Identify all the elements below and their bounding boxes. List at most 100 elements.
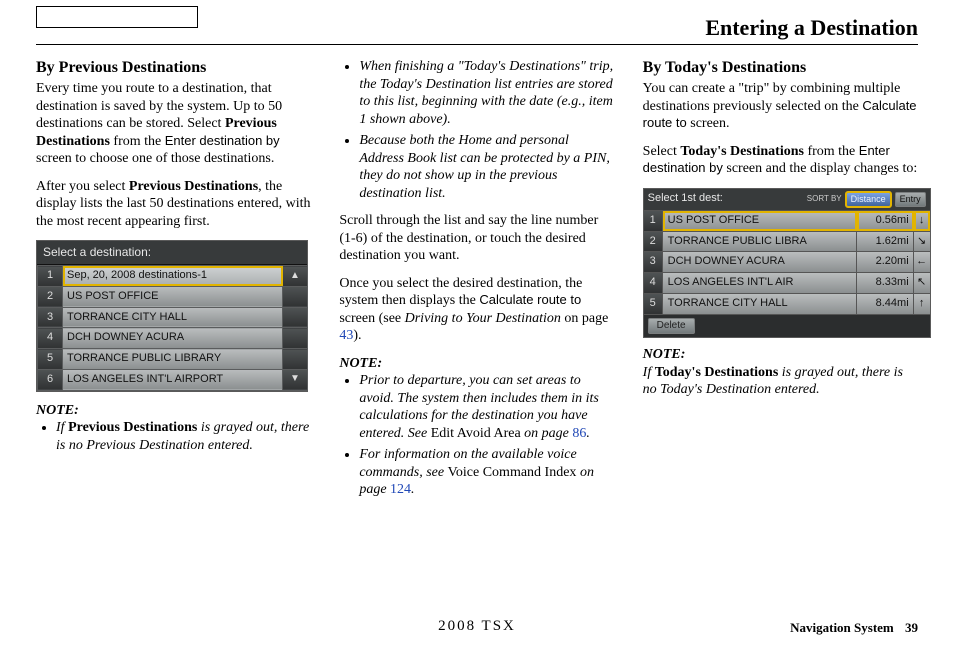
list-item-distance: 8.33mi	[857, 273, 914, 293]
list-item[interactable]: 1 US POST OFFICE 0.56mi ↓	[644, 210, 930, 231]
bold-term: Previous Destinations	[68, 420, 197, 435]
col-1: By Previous Destinations Every time you …	[36, 58, 311, 592]
list-item-num: 2	[644, 232, 663, 252]
text: screen.	[687, 116, 730, 131]
direction-icon: ←	[914, 252, 930, 272]
list-item-num: 6	[38, 369, 63, 390]
delete-button[interactable]: Delete	[648, 318, 695, 335]
list-item[interactable]: 2 TORRANCE PUBLIC LIBRA 1.62mi ↘	[644, 231, 930, 252]
list-item-label: TORRANCE PUBLIC LIBRARY	[63, 349, 283, 370]
list-item-label: TORRANCE PUBLIC LIBRA	[663, 232, 857, 252]
list-item[interactable]: 5 TORRANCE CITY HALL 8.44mi ↑	[644, 293, 930, 314]
columns: By Previous Destinations Every time you …	[36, 58, 918, 592]
scroll-down-icon[interactable]: ▼	[283, 369, 308, 390]
page-link[interactable]: 86	[572, 426, 586, 441]
text: After you select	[36, 179, 129, 194]
note-heading: NOTE:	[643, 346, 918, 364]
sort-distance-button[interactable]: Distance	[846, 192, 891, 207]
nav2-title: Select 1st dest:	[648, 192, 723, 206]
col-3: By Today's Destinations You can create a…	[643, 58, 918, 592]
list-item-num: 3	[38, 307, 63, 328]
note-item: For information on the available voice c…	[359, 446, 614, 499]
text: from the	[804, 144, 859, 159]
text: from the	[110, 134, 165, 149]
para-prev-1: Every time you route to a destination, t…	[36, 80, 311, 168]
list-item-label: Sep, 20, 2008 destinations-1	[63, 266, 283, 287]
list-item-num: 3	[644, 252, 663, 272]
sort-entry-button[interactable]: Entry	[895, 192, 926, 207]
list-item[interactable]: 3 TORRANCE CITY HALL	[38, 307, 308, 328]
note-item: When finishing a "Today's Destinations" …	[359, 58, 614, 128]
text: .	[411, 482, 415, 497]
list-item-num: 5	[38, 349, 63, 370]
note-heading: NOTE:	[36, 402, 311, 420]
nav2-header: Select 1st dest: SORT BY Distance Entry	[644, 189, 930, 210]
list-item-num: 4	[38, 328, 63, 349]
bold-term: Previous Destinations	[129, 179, 258, 194]
footer-label: Navigation System	[790, 620, 894, 635]
nav2-footer: Delete	[644, 314, 930, 338]
note-item: Prior to departure, you can set areas to…	[359, 372, 614, 442]
list-item-label: US POST OFFICE	[663, 211, 857, 231]
ui-term: Enter destination by	[165, 133, 280, 148]
list-item-num: 5	[644, 294, 663, 314]
scrollbar-track	[283, 307, 308, 328]
list-item[interactable]: 5 TORRANCE PUBLIC LIBRARY	[38, 349, 308, 370]
list-item-num: 2	[38, 286, 63, 307]
direction-icon: ↘	[914, 232, 930, 252]
page-link[interactable]: 43	[339, 328, 353, 343]
note-list: Prior to departure, you can set areas to…	[339, 372, 614, 499]
note-list: If Previous Destinations is grayed out, …	[36, 419, 311, 454]
scrollbar-track	[283, 286, 308, 307]
text: screen and the display changes to:	[723, 161, 917, 176]
list-item-distance: 2.20mi	[857, 252, 914, 272]
nav-screen-title: Select a destination:	[37, 241, 307, 265]
list-item-distance: 1.62mi	[857, 232, 914, 252]
list-item-label: TORRANCE CITY HALL	[663, 294, 857, 314]
para-today-1: You can create a "trip" by combining mul…	[643, 80, 918, 133]
list-item-label: DCH DOWNEY ACURA	[663, 252, 857, 272]
text: If	[643, 365, 655, 380]
para-prev-2: After you select Previous Destinations, …	[36, 178, 311, 231]
bold-term: Today's Destinations	[655, 365, 779, 380]
ui-term: Voice Command Index	[448, 465, 577, 480]
col-2: When finishing a "Today's Destinations" …	[339, 58, 614, 592]
list-item[interactable]: 3 DCH DOWNEY ACURA 2.20mi ←	[644, 251, 930, 272]
text: on page	[561, 311, 608, 326]
list-item[interactable]: 1 Sep, 20, 2008 destinations-1 ▲	[38, 266, 308, 287]
direction-icon: ↖	[914, 273, 930, 293]
list-item[interactable]: 4 DCH DOWNEY ACURA	[38, 328, 308, 349]
note-item: Because both the Home and personal Addre…	[359, 132, 614, 202]
direction-icon: ↓	[914, 211, 930, 231]
text: screen to choose one of those destinatio…	[36, 151, 274, 166]
note-heading: NOTE:	[339, 355, 614, 373]
page-link[interactable]: 124	[390, 482, 411, 497]
list-item-label: DCH DOWNEY ACURA	[63, 328, 283, 349]
scroll-up-icon[interactable]: ▲	[283, 266, 308, 287]
list-item-label: LOS ANGELES INT'L AIR	[663, 273, 857, 293]
page-number: 39	[905, 620, 918, 635]
ui-term: Edit Avoid Area	[431, 426, 521, 441]
list-item-label: US POST OFFICE	[63, 286, 283, 307]
nav-screen-select-1st-dest: Select 1st dest: SORT BY Distance Entry …	[643, 188, 931, 339]
italic-ref: Driving to Your Destination	[405, 311, 561, 326]
scrollbar-track	[283, 328, 308, 349]
bold-term: Today's Destinations	[680, 144, 804, 159]
list-item-num: 4	[644, 273, 663, 293]
text: Select	[643, 144, 681, 159]
para-calc-route: Once you select the desired destination,…	[339, 275, 614, 345]
note-list-continued: When finishing a "Today's Destinations" …	[339, 58, 614, 202]
ui-term: Calculate route to	[479, 292, 581, 307]
list-item-distance: 8.44mi	[857, 294, 914, 314]
list-item-distance: 0.56mi	[857, 211, 914, 231]
list-item-label: LOS ANGELES INT'L AIRPORT	[63, 369, 283, 390]
list-item[interactable]: 2 US POST OFFICE	[38, 286, 308, 307]
text: on page	[521, 426, 573, 441]
heading-previous-destinations: By Previous Destinations	[36, 58, 311, 78]
list-item[interactable]: 4 LOS ANGELES INT'L AIR 8.33mi ↖	[644, 272, 930, 293]
note-item: If Today's Destinations is grayed out, t…	[643, 364, 918, 399]
footer-right: Navigation System 39	[790, 620, 918, 636]
heading-todays-destinations: By Today's Destinations	[643, 58, 918, 78]
list-item[interactable]: 6 LOS ANGELES INT'L AIRPORT ▼	[38, 369, 308, 390]
text: .	[586, 426, 590, 441]
